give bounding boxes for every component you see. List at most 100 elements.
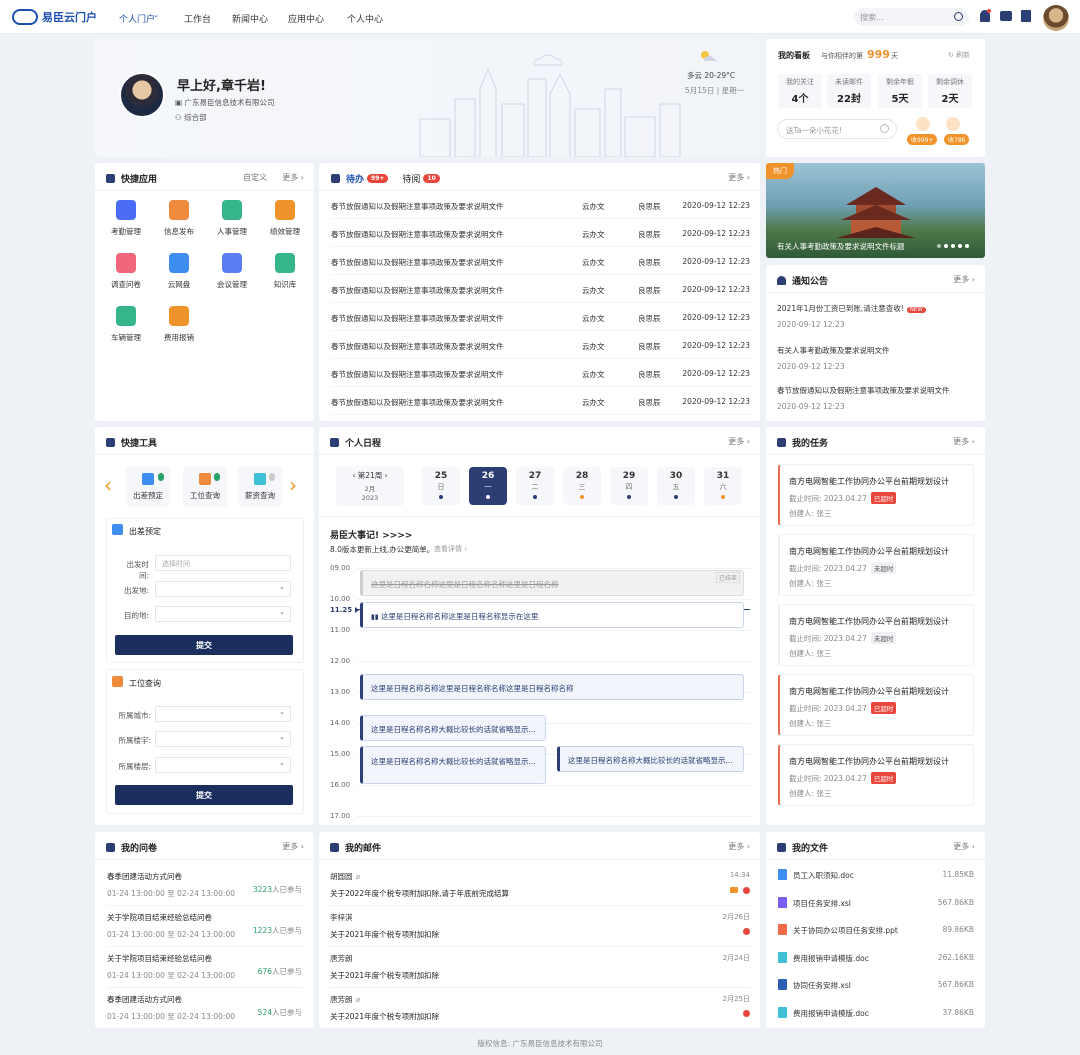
- tool-trip[interactable]: 出差预定: [126, 467, 170, 507]
- mail-item[interactable]: 胡圆圆 ⌀ 关于2022年度个税专项附加扣除,请于年底前完成结算 14:34: [330, 871, 750, 906]
- day-cell[interactable]: 25 日: [422, 467, 460, 505]
- trip-submit-button[interactable]: 提交: [115, 635, 293, 655]
- seat-submit-button[interactable]: 提交: [115, 785, 293, 805]
- floor-select[interactable]: ⌄: [155, 757, 291, 773]
- task-card[interactable]: 南方电网智能工作协同办公平台前期规划设计 截止时间: 2023.04.27 未超时创…: [778, 534, 974, 596]
- day-cell[interactable]: 31 六: [704, 467, 742, 505]
- view-details-link[interactable]: 查看详情 ›: [434, 544, 467, 554]
- app-item[interactable]: 费用报销: [155, 306, 203, 343]
- week-switcher[interactable]: ‹ 第21周 › 2月 2023: [336, 466, 404, 506]
- carousel-dots[interactable]: [937, 244, 969, 248]
- event-ended[interactable]: 这里是日程名称名称这里是日程名称名称这里是日程名称: [360, 570, 744, 596]
- chevron-left-icon[interactable]: ‹: [104, 473, 112, 497]
- flower-icon[interactable]: [916, 117, 930, 131]
- app-item[interactable]: 云网盘: [155, 253, 203, 290]
- city-select[interactable]: ⌄: [155, 706, 291, 722]
- nav-item-news[interactable]: 新闻中心: [232, 12, 268, 25]
- survey-item[interactable]: 春季团建活动方式问卷 01-24 13:00:00 至 02-24 13:00:0…: [107, 871, 302, 906]
- app-item[interactable]: 信息发布: [155, 200, 203, 237]
- mail-item[interactable]: 李梓淇 关于2021年度个税专项附加扣除 2月26日: [330, 912, 750, 947]
- app-item[interactable]: 调查问卷: [102, 253, 150, 290]
- nav-item-profile[interactable]: 个人中心: [347, 12, 383, 25]
- departure-time-field[interactable]: 选择时间: [155, 555, 291, 571]
- more-link[interactable]: 更多 ›: [282, 841, 304, 852]
- more-link[interactable]: 更多 ›: [953, 274, 975, 285]
- file-item[interactable]: 费用报销申请模版.doc 37.86KB: [778, 1007, 974, 1021]
- todo-row[interactable]: 春节放假通知以及假期注意事项政策及要求说明文件 云办文 良思辰 2020-09-12 …: [331, 303, 750, 331]
- to-select[interactable]: ⌄: [155, 606, 291, 622]
- shirt-icon[interactable]: [1000, 11, 1012, 21]
- search-input[interactable]: 搜索...: [854, 8, 969, 26]
- building-select[interactable]: ⌄: [155, 731, 291, 747]
- more-link[interactable]: 更多 ›: [953, 841, 975, 852]
- event[interactable]: 这里是日程名称名称大概比较长的话就省略显示...: [360, 746, 546, 784]
- from-select[interactable]: ⌄: [155, 581, 291, 597]
- todo-row[interactable]: 春节放假通知以及假期注意事项政策及要求说明文件 云办文 良思辰 2020-09-12 …: [331, 275, 750, 303]
- task-card[interactable]: 南方电网智能工作协同办公平台前期规划设计 截止时间: 2023.04.27 已超时创…: [778, 464, 974, 526]
- stat-annual-leave[interactable]: 剩余年假 5天: [878, 74, 922, 108]
- notice-item[interactable]: 有关人事考勤政策及要求说明文件 2020-09-12 12:23: [777, 345, 975, 371]
- survey-item[interactable]: 关于学院项目结束经验总结问卷 01-24 13:00:00 至 02-24 13:…: [107, 953, 302, 988]
- todo-row[interactable]: 春节放假通知以及假期注意事项政策及要求说明文件 云办文 良思辰 2020-09-12 …: [331, 331, 750, 359]
- more-link[interactable]: 更多 ›: [728, 172, 750, 183]
- app-item[interactable]: 知识库: [261, 253, 309, 290]
- task-card[interactable]: 南方电网智能工作协同办公平台前期规划设计 截止时间: 2023.04.27 未超时创…: [778, 604, 974, 666]
- notice-item[interactable]: 春节放假通知以及假期注意事项政策及要求说明文件 2020-09-12 12:23: [777, 385, 975, 411]
- mail-item[interactable]: 唐芳朗 关于2021年度个税专项附加扣除 2月24日: [330, 953, 750, 988]
- customize-link[interactable]: 自定义: [243, 172, 267, 183]
- user-avatar[interactable]: [1043, 5, 1069, 31]
- app-item[interactable]: 绩效管理: [261, 200, 309, 237]
- app-item[interactable]: 考勤管理: [102, 200, 150, 237]
- event[interactable]: 这里是日程名称名称大概比较长的话就省略显示...: [360, 715, 546, 741]
- more-link[interactable]: 更多 ›: [953, 436, 975, 447]
- brand-logo[interactable]: 易臣云门户: [12, 9, 97, 25]
- event[interactable]: 这里是日程名称名称这里是日程名称名称这里是日程名称名称: [360, 674, 744, 700]
- survey-item[interactable]: 春季团建活动方式问卷 01-24 13:00:00 至 02-24 13:00:0…: [107, 994, 302, 1022]
- more-link[interactable]: 更多 ›: [282, 172, 304, 183]
- search-icon[interactable]: [954, 12, 963, 21]
- file-item[interactable]: 员工入职须知.doc 11.85KB: [778, 869, 974, 883]
- flower-input[interactable]: 送Ta一朵小花花!: [777, 119, 897, 139]
- stat-comp-leave[interactable]: 剩余调休 2天: [928, 74, 972, 108]
- app-item[interactable]: 会议管理: [208, 253, 256, 290]
- nav-item-apps[interactable]: 应用中心: [288, 12, 324, 25]
- lightning-icon[interactable]: [946, 117, 960, 131]
- building-icon[interactable]: [1021, 10, 1031, 22]
- task-card[interactable]: 南方电网智能工作协同办公平台前期规划设计 截止时间: 2023.04.27 已超时创…: [778, 674, 974, 736]
- chevron-right-icon[interactable]: ›: [289, 473, 297, 497]
- day-cell[interactable]: 26 一: [469, 467, 507, 505]
- notice-item[interactable]: 2021年1月份工资已到账,请注意查收! NEW 2020-09-12 12:23: [777, 303, 975, 329]
- day-cell[interactable]: 30 五: [657, 467, 695, 505]
- todo-row[interactable]: 春节放假通知以及假期注意事项政策及要求说明文件 云办文 良思辰 2020-09-12 …: [331, 219, 750, 247]
- tab-todo[interactable]: 待办: [346, 172, 364, 185]
- app-item[interactable]: 人事管理: [208, 200, 256, 237]
- todo-row[interactable]: 春节放假通知以及假期注意事项政策及要求说明文件 云办文 良思辰 2020-09-12 …: [331, 359, 750, 387]
- more-link[interactable]: 更多 ›: [728, 841, 750, 852]
- day-cell[interactable]: 29 四: [610, 467, 648, 505]
- refresh-button[interactable]: ↻ 刷新: [948, 50, 970, 60]
- tool-seat[interactable]: 工位查询: [183, 467, 227, 507]
- survey-item[interactable]: 关于学院项目结束经验总结问卷 01-24 13:00:00 至 02-24 13:…: [107, 912, 302, 947]
- event-current[interactable]: ▮▮ 这里是日程名称名称这里是日程名称显示在这里: [360, 602, 744, 628]
- file-item[interactable]: 费用报销申请模版.doc 262.16KB: [778, 951, 974, 966]
- day-cell[interactable]: 27 二: [516, 467, 554, 505]
- nav-item-workbench[interactable]: 工作台: [184, 12, 211, 25]
- hot-banner[interactable]: 热门 有关人事考勤政策及要求说明文件标题: [766, 163, 985, 258]
- mail-item[interactable]: 唐芳朗 ⌀ 关于2021年度个税专项附加扣除 2月25日: [330, 994, 750, 1022]
- tool-salary[interactable]: 薪资查询: [238, 467, 282, 507]
- file-item[interactable]: 项目任务安排.xsl 567.86KB: [778, 896, 974, 911]
- todo-row[interactable]: 春节放假通知以及假期注意事项政策及要求说明文件 云办文 良思辰 2020-09-12 …: [331, 247, 750, 275]
- task-card[interactable]: 南方电网智能工作协同办公平台前期规划设计 截止时间: 2023.04.27 已超时创…: [778, 744, 974, 806]
- stat-following[interactable]: 我的关注 4个: [778, 74, 822, 108]
- file-item[interactable]: 协同任务安排.xsl 567.86KB: [778, 979, 974, 993]
- file-item[interactable]: 关于协同办公项目任务安排.ppt 89.86KB: [778, 924, 974, 938]
- event[interactable]: 这里是日程名称名称大概比较长的话就省略显示...: [557, 746, 744, 772]
- chevron-right-icon[interactable]: ›: [382, 471, 388, 480]
- stat-unread-mail[interactable]: 未读邮件 22封: [827, 74, 871, 108]
- nav-item-personal-portal[interactable]: 个人门户: [119, 12, 155, 25]
- todo-row[interactable]: 春节放假通知以及假期注意事项政策及要求说明文件 云办文 良思辰 2020-09-12 …: [331, 387, 750, 415]
- more-link[interactable]: 更多 ›: [728, 436, 750, 447]
- tab-toread[interactable]: 待阅: [402, 172, 420, 185]
- todo-row[interactable]: 春节放假通知以及假期注意事项政策及要求说明文件 云办文 良思辰 2020-09-12 …: [331, 191, 750, 219]
- app-item[interactable]: 车辆管理: [102, 306, 150, 343]
